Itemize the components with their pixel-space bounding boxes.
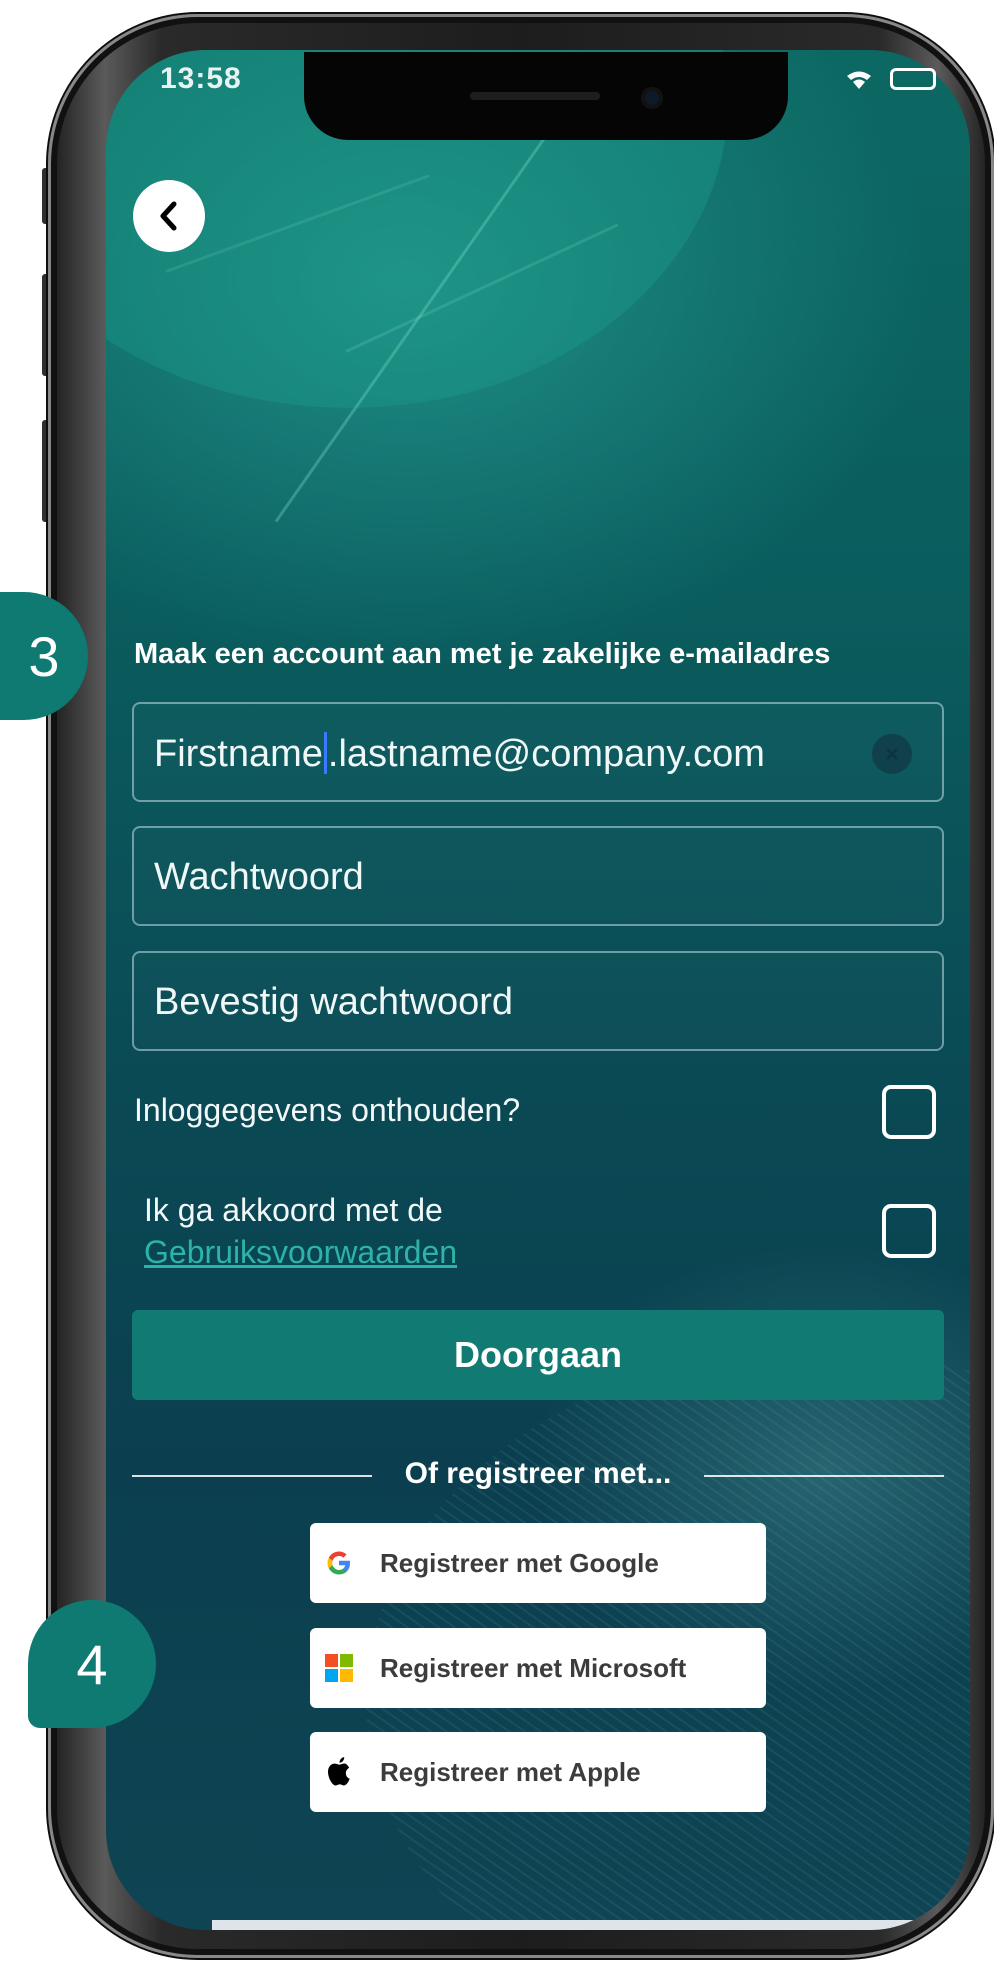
- confirm-password-field[interactable]: Bevestig wachtwoord: [132, 951, 944, 1051]
- remember-label: Inloggegevens onthouden?: [134, 1092, 521, 1128]
- email-value-end: .lastname@company.com: [327, 733, 765, 775]
- microsoft-label: Registreer met Microsoft: [380, 1652, 687, 1683]
- password-placeholder: Wachtwoord: [154, 856, 364, 898]
- password-field[interactable]: Wachtwoord: [132, 826, 944, 926]
- google-label: Registreer met Google: [380, 1547, 659, 1578]
- apple-label: Registreer met Apple: [380, 1756, 641, 1787]
- apple-register-button[interactable]: Registreer met Apple: [310, 1732, 766, 1812]
- bottom-bar: [212, 1920, 970, 1930]
- clear-x-icon: [886, 748, 898, 760]
- clear-icon[interactable]: [872, 734, 912, 774]
- divider-label: Of registreer met...: [404, 1457, 672, 1490]
- email-value: Firstname .lastname@company.com: [154, 732, 765, 776]
- terms-link[interactable]: Gebruiksvoorwaarden: [144, 1234, 457, 1271]
- front-camera: [641, 87, 663, 109]
- battery-icon: [890, 68, 936, 90]
- divider-line-right: [704, 1475, 944, 1477]
- back-chevron-icon: [160, 201, 177, 231]
- confirm-password-placeholder: Bevestig wachtwoord: [154, 981, 514, 1023]
- microsoft-icon: [322, 1651, 356, 1685]
- email-field[interactable]: Firstname .lastname@company.com: [132, 702, 944, 802]
- back-button[interactable]: [133, 180, 205, 252]
- continue-button[interactable]: Doorgaan: [132, 1310, 944, 1400]
- form-title: Maak een account aan met je zakelijke e-…: [134, 638, 831, 670]
- apple-icon: [322, 1755, 356, 1789]
- microsoft-register-button[interactable]: Registreer met Microsoft: [310, 1628, 766, 1708]
- google-icon: [322, 1546, 356, 1580]
- status-time: 13:58: [160, 62, 242, 95]
- divider-line-left: [132, 1475, 372, 1477]
- speaker: [470, 92, 600, 100]
- text-cursor: [323, 732, 327, 774]
- google-register-button[interactable]: Registreer met Google: [310, 1523, 766, 1603]
- step-badge-4: 4: [28, 1600, 156, 1728]
- wifi-icon: [847, 71, 871, 89]
- terms-checkbox[interactable]: [882, 1204, 936, 1258]
- terms-label: Ik ga akkoord met de: [144, 1192, 443, 1228]
- remember-checkbox[interactable]: [882, 1085, 936, 1139]
- email-value-start: Firstname: [154, 733, 323, 775]
